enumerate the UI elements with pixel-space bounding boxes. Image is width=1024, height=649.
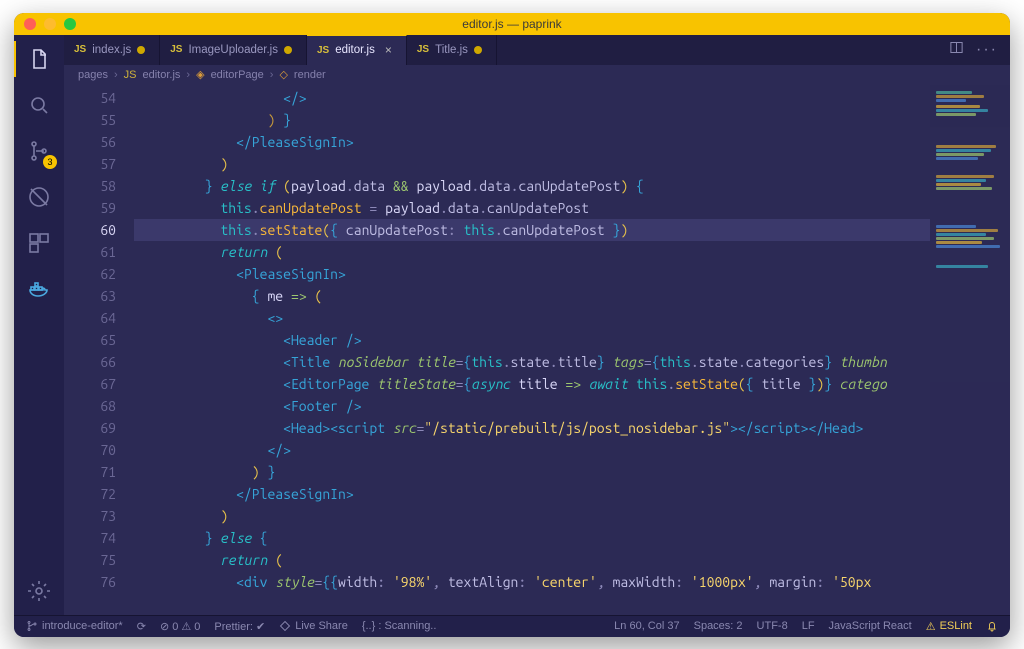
line-number-gutter[interactable]: 5455565758596061626364656667686970717273… <box>64 85 134 615</box>
tab-bar: JS index.js JS ImageUploader.js JS edito… <box>64 35 1010 65</box>
status-eslint[interactable]: ⚠ ESLint <box>926 620 972 633</box>
editor-group: JS index.js JS ImageUploader.js JS edito… <box>64 35 1010 615</box>
tab-editor-js[interactable]: JS editor.js × <box>307 35 407 65</box>
eslint-label: ESLint <box>940 620 972 632</box>
breadcrumb[interactable]: pages › JS editor.js › ◈ editorPage › ◇ … <box>64 65 1010 85</box>
code-content[interactable]: </> ) } </PleaseSignIn> ) } else if (pay… <box>134 85 930 615</box>
chevron-right-icon: › <box>270 69 274 81</box>
tab-imageuploader-js[interactable]: JS ImageUploader.js <box>160 35 307 65</box>
tab-label: Title.js <box>435 44 468 56</box>
tab-title-js[interactable]: JS Title.js <box>407 35 497 65</box>
source-control-icon[interactable]: 3 <box>25 137 53 165</box>
status-eol[interactable]: LF <box>802 620 815 632</box>
scm-badge: 3 <box>43 155 57 169</box>
tab-actions: ··· <box>949 35 1010 65</box>
extensions-icon[interactable] <box>25 229 53 257</box>
modified-dot-icon <box>284 46 292 54</box>
split-editor-icon[interactable] <box>949 40 964 60</box>
status-bell-icon[interactable] <box>986 620 998 632</box>
js-file-icon: JS <box>417 44 429 55</box>
status-language[interactable]: JavaScript React <box>829 620 912 632</box>
js-file-icon: JS <box>74 44 86 55</box>
js-file-icon: JS <box>317 45 329 56</box>
status-branch[interactable]: introduce-editor* <box>26 620 123 632</box>
tab-label: ImageUploader.js <box>188 44 278 56</box>
more-actions-icon[interactable]: ··· <box>976 41 998 59</box>
search-activity-icon[interactable] <box>25 91 53 119</box>
method-icon: ◇ <box>279 68 287 81</box>
status-prettier[interactable]: Prettier: ✔ <box>214 620 265 633</box>
tab-label: index.js <box>92 44 131 56</box>
app-window: editor.js — paprink 3 <box>14 13 1010 637</box>
js-file-icon: JS <box>124 69 137 81</box>
titlebar[interactable]: editor.js — paprink <box>14 13 1010 35</box>
warning-icon: ⚠ <box>926 620 936 633</box>
status-encoding[interactable]: UTF-8 <box>757 620 788 632</box>
status-liveshare[interactable]: Live Share <box>279 620 348 632</box>
liveshare-label: Live Share <box>295 620 348 632</box>
explorer-icon[interactable] <box>25 45 53 73</box>
branch-name: introduce-editor* <box>42 620 123 632</box>
minimize-window-button[interactable] <box>44 18 56 30</box>
close-tab-icon[interactable]: × <box>385 43 392 57</box>
breadcrumb-item[interactable]: pages <box>78 69 108 81</box>
status-bar: introduce-editor* ⟳ ⊘ 0 ⚠ 0 Prettier: ✔ … <box>14 615 1010 637</box>
status-spaces[interactable]: Spaces: 2 <box>694 620 743 632</box>
status-cursor[interactable]: Ln 60, Col 37 <box>614 620 679 632</box>
minimap[interactable] <box>930 85 1010 615</box>
status-scanning[interactable]: {..} : Scanning.. <box>362 620 437 632</box>
status-sync[interactable]: ⟳ <box>137 620 146 633</box>
traffic-lights <box>24 18 76 30</box>
close-window-button[interactable] <box>24 18 36 30</box>
modified-dot-icon <box>137 46 145 54</box>
status-problems[interactable]: ⊘ 0 ⚠ 0 <box>160 620 200 633</box>
js-file-icon: JS <box>170 44 182 55</box>
workbench: 3 JS index.js <box>14 35 1010 615</box>
text-editor[interactable]: 5455565758596061626364656667686970717273… <box>64 85 1010 615</box>
chevron-right-icon: › <box>186 69 190 81</box>
breadcrumb-item[interactable]: editorPage <box>211 69 264 81</box>
tab-index-js[interactable]: JS index.js <box>64 35 160 65</box>
debug-icon[interactable] <box>25 183 53 211</box>
settings-gear-icon[interactable] <box>25 577 53 605</box>
docker-icon[interactable] <box>25 275 53 303</box>
breadcrumb-item[interactable]: render <box>294 69 326 81</box>
window-title: editor.js — paprink <box>14 17 1010 31</box>
tab-label: editor.js <box>335 44 375 56</box>
chevron-right-icon: › <box>114 69 118 81</box>
modified-dot-icon <box>474 46 482 54</box>
activity-bar: 3 <box>14 35 64 615</box>
zoom-window-button[interactable] <box>64 18 76 30</box>
breadcrumb-item[interactable]: editor.js <box>143 69 181 81</box>
symbol-icon: ◈ <box>196 68 204 81</box>
